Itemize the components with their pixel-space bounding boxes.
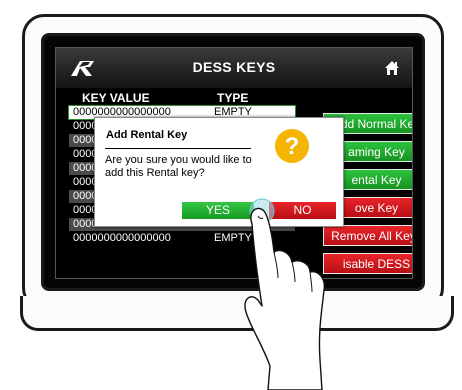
- svg-text:?: ?: [285, 133, 300, 160]
- dialog-title: Add Rental Key: [106, 129, 188, 141]
- column-header-type: TYPE: [217, 91, 249, 105]
- dialog-divider: [105, 148, 251, 149]
- no-button[interactable]: NO: [269, 202, 336, 219]
- column-header-key-value: KEY VALUE: [82, 91, 150, 105]
- key-value-cell: 0000000000000000: [73, 232, 171, 244]
- disable-dess-button[interactable]: isable DESS: [323, 253, 412, 274]
- yes-button[interactable]: YES: [182, 202, 254, 219]
- confirm-dialog: Add Rental Key Are you sure you would li…: [94, 117, 344, 227]
- dialog-message: Are you sure you would like to add this …: [105, 154, 252, 179]
- table-row[interactable]: 0000000000000000 EMPTY: [69, 232, 295, 245]
- question-icon: ?: [275, 129, 309, 163]
- page-title: DESS KEYS: [192, 59, 276, 75]
- type-cell: EMPTY: [214, 232, 252, 244]
- home-icon[interactable]: [384, 60, 400, 76]
- remove-all-keys-button[interactable]: Remove All Keys: [323, 225, 412, 246]
- device-lower-frame: [20, 296, 454, 331]
- header-bar: DESS KEYS: [56, 48, 412, 89]
